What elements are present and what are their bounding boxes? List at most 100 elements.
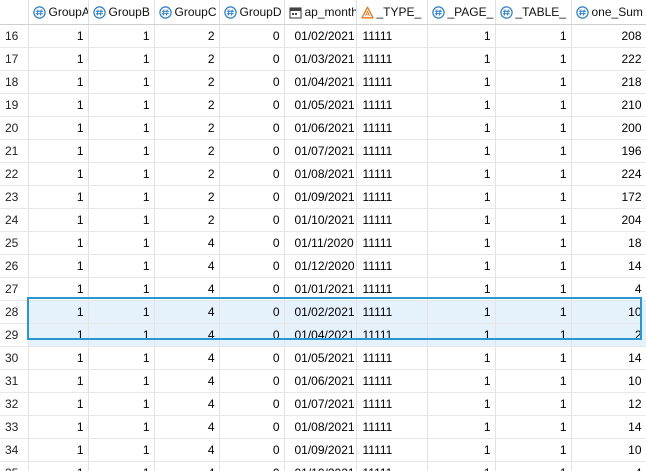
groupc-cell[interactable]: 2 <box>154 185 220 209</box>
groupd-cell[interactable]: 0 <box>219 438 285 462</box>
groupc-cell[interactable]: 2 <box>154 139 220 163</box>
one-sum-cell[interactable]: 204 <box>571 208 646 232</box>
ap-month-cell[interactable]: 01/08/2021 <box>284 415 357 439</box>
groupd-cell[interactable]: 0 <box>219 24 285 48</box>
table-cell[interactable]: 1 <box>495 461 572 471</box>
groupc-cell[interactable]: 2 <box>154 162 220 186</box>
one-sum-cell[interactable]: 14 <box>571 346 646 370</box>
groupa-cell[interactable]: 1 <box>28 116 89 140</box>
column-header-ap-month[interactable]: ap_month <box>284 0 357 25</box>
groupa-cell[interactable]: 1 <box>28 185 89 209</box>
groupb-cell[interactable]: 1 <box>88 70 155 94</box>
column-header-one-sum[interactable]: one_Sum <box>571 0 646 25</box>
type-cell[interactable]: 11111 <box>356 392 428 416</box>
one-sum-cell[interactable]: 4 <box>571 277 646 301</box>
row-number-cell[interactable]: 28 <box>0 300 29 324</box>
groupc-cell[interactable]: 2 <box>154 116 220 140</box>
groupc-cell[interactable]: 2 <box>154 208 220 232</box>
groupb-cell[interactable]: 1 <box>88 254 155 278</box>
groupa-cell[interactable]: 1 <box>28 323 89 347</box>
groupb-cell[interactable]: 1 <box>88 24 155 48</box>
table-cell[interactable]: 1 <box>495 70 572 94</box>
groupd-cell[interactable]: 0 <box>219 323 285 347</box>
page-cell[interactable]: 1 <box>427 438 496 462</box>
table-cell[interactable]: 1 <box>495 185 572 209</box>
table-cell[interactable]: 1 <box>495 162 572 186</box>
table-row[interactable]: 24 1 1 2 0 01/10/2021 11111 1 1 204 <box>0 208 646 232</box>
table-row[interactable]: 23 1 1 2 0 01/09/2021 11111 1 1 172 <box>0 185 646 209</box>
groupa-cell[interactable]: 1 <box>28 346 89 370</box>
groupa-cell[interactable]: 1 <box>28 162 89 186</box>
row-number-cell[interactable]: 23 <box>0 185 29 209</box>
row-number-cell[interactable]: 24 <box>0 208 29 232</box>
table-row[interactable]: 27 1 1 4 0 01/01/2021 11111 1 1 4 <box>0 277 646 301</box>
groupd-cell[interactable]: 0 <box>219 369 285 393</box>
groupd-cell[interactable]: 0 <box>219 415 285 439</box>
groupa-cell[interactable]: 1 <box>28 392 89 416</box>
groupc-cell[interactable]: 4 <box>154 346 220 370</box>
groupd-cell[interactable]: 0 <box>219 185 285 209</box>
row-number-cell[interactable]: 16 <box>0 24 29 48</box>
row-number-cell[interactable]: 29 <box>0 323 29 347</box>
groupa-cell[interactable]: 1 <box>28 47 89 71</box>
table-cell[interactable]: 1 <box>495 116 572 140</box>
page-cell[interactable]: 1 <box>427 116 496 140</box>
groupb-cell[interactable]: 1 <box>88 139 155 163</box>
groupa-cell[interactable]: 1 <box>28 300 89 324</box>
groupa-cell[interactable]: 1 <box>28 139 89 163</box>
groupb-cell[interactable]: 1 <box>88 231 155 255</box>
table-row[interactable]: 31 1 1 4 0 01/06/2021 11111 1 1 10 <box>0 369 646 393</box>
groupd-cell[interactable]: 0 <box>219 116 285 140</box>
one-sum-cell[interactable]: 2 <box>571 323 646 347</box>
groupd-cell[interactable]: 0 <box>219 93 285 117</box>
ap-month-cell[interactable]: 01/07/2021 <box>284 392 357 416</box>
row-number-cell[interactable]: 33 <box>0 415 29 439</box>
table-cell[interactable]: 1 <box>495 300 572 324</box>
one-sum-cell[interactable]: 208 <box>571 24 646 48</box>
groupa-cell[interactable]: 1 <box>28 277 89 301</box>
groupb-cell[interactable]: 1 <box>88 415 155 439</box>
groupa-cell[interactable]: 1 <box>28 231 89 255</box>
table-row[interactable]: 30 1 1 4 0 01/05/2021 11111 1 1 14 <box>0 346 646 370</box>
table-row[interactable]: 16 1 1 2 0 01/02/2021 11111 1 1 208 <box>0 24 646 48</box>
column-header-page[interactable]: _PAGE_ <box>427 0 496 25</box>
table-row[interactable]: 25 1 1 4 0 01/11/2020 11111 1 1 18 <box>0 231 646 255</box>
row-number-cell[interactable]: 26 <box>0 254 29 278</box>
table-cell[interactable]: 1 <box>495 346 572 370</box>
groupc-cell[interactable]: 4 <box>154 323 220 347</box>
groupc-cell[interactable]: 4 <box>154 369 220 393</box>
table-cell[interactable]: 1 <box>495 438 572 462</box>
groupb-cell[interactable]: 1 <box>88 116 155 140</box>
groupd-cell[interactable]: 0 <box>219 208 285 232</box>
ap-month-cell[interactable]: 01/09/2021 <box>284 185 357 209</box>
table-cell[interactable]: 1 <box>495 24 572 48</box>
groupa-cell[interactable]: 1 <box>28 70 89 94</box>
column-header-table[interactable]: _TABLE_ <box>495 0 572 25</box>
ap-month-cell[interactable]: 01/10/2021 <box>284 208 357 232</box>
groupb-cell[interactable]: 1 <box>88 369 155 393</box>
type-cell[interactable]: 11111 <box>356 277 428 301</box>
groupb-cell[interactable]: 1 <box>88 162 155 186</box>
groupc-cell[interactable]: 4 <box>154 277 220 301</box>
type-cell[interactable]: 11111 <box>356 139 428 163</box>
table-cell[interactable]: 1 <box>495 93 572 117</box>
groupc-cell[interactable]: 2 <box>154 24 220 48</box>
page-cell[interactable]: 1 <box>427 300 496 324</box>
type-cell[interactable]: 11111 <box>356 70 428 94</box>
one-sum-cell[interactable]: 14 <box>571 415 646 439</box>
page-cell[interactable]: 1 <box>427 162 496 186</box>
page-cell[interactable]: 1 <box>427 392 496 416</box>
column-header-groupa[interactable]: GroupA <box>28 0 89 25</box>
groupd-cell[interactable]: 0 <box>219 70 285 94</box>
groupc-cell[interactable]: 4 <box>154 300 220 324</box>
groupd-cell[interactable]: 0 <box>219 162 285 186</box>
groupc-cell[interactable]: 2 <box>154 93 220 117</box>
table-cell[interactable]: 1 <box>495 323 572 347</box>
groupd-cell[interactable]: 0 <box>219 346 285 370</box>
table-row[interactable]: 33 1 1 4 0 01/08/2021 11111 1 1 14 <box>0 415 646 439</box>
type-cell[interactable]: 11111 <box>356 254 428 278</box>
one-sum-cell[interactable]: 10 <box>571 300 646 324</box>
ap-month-cell[interactable]: 01/09/2021 <box>284 438 357 462</box>
page-cell[interactable]: 1 <box>427 369 496 393</box>
table-cell[interactable]: 1 <box>495 139 572 163</box>
